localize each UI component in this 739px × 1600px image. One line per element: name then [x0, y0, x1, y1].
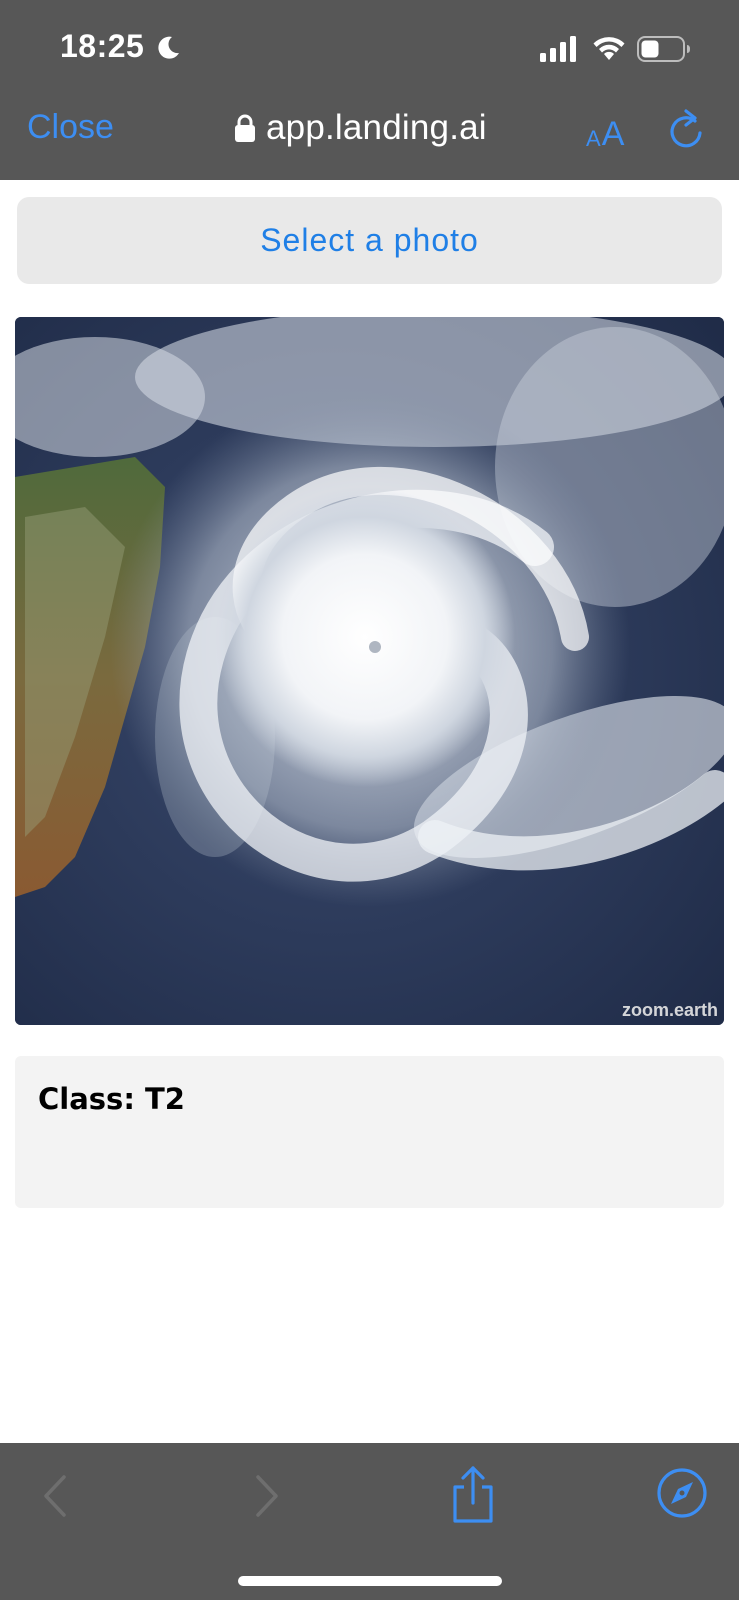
status-time: 18:25 [60, 28, 145, 64]
compass-icon[interactable] [656, 1467, 708, 1519]
browser-nav-bar: Close app.landing.ai A A [0, 92, 739, 180]
home-indicator[interactable] [238, 1576, 502, 1586]
text-size-button[interactable]: A A [586, 110, 625, 153]
reload-icon[interactable] [666, 108, 706, 152]
text-size-large-glyph: A [601, 115, 625, 153]
satellite-cyclone-image [15, 317, 724, 1025]
image-watermark: zoom.earth [621, 1000, 718, 1020]
select-photo-label: Select a photo [260, 222, 479, 258]
classification-result-card: Class: T2 [15, 1056, 724, 1208]
back-chevron-icon[interactable] [40, 1471, 70, 1521]
moon-icon [158, 36, 179, 59]
classification-result: Class: T2 [38, 1082, 185, 1116]
uploaded-photo: zoom.earth [15, 317, 724, 1025]
select-photo-button[interactable]: Select a photo [17, 197, 722, 284]
status-bar: 18:25 [0, 0, 739, 92]
text-size-small-glyph: A [586, 126, 601, 151]
share-icon[interactable] [450, 1465, 496, 1525]
close-button[interactable]: Close [27, 108, 114, 147]
signal-icon [540, 36, 576, 62]
battery-icon [637, 36, 690, 62]
forward-chevron-icon[interactable] [252, 1471, 282, 1521]
wifi-icon [593, 37, 625, 60]
lock-icon [235, 114, 255, 142]
browser-bottom-toolbar [0, 1443, 739, 1600]
url-text: app.landing.ai [266, 108, 487, 147]
address-bar[interactable]: app.landing.ai [234, 106, 487, 150]
browser-top-chrome: 18:25 Close app.landing.ai A A [0, 0, 739, 180]
